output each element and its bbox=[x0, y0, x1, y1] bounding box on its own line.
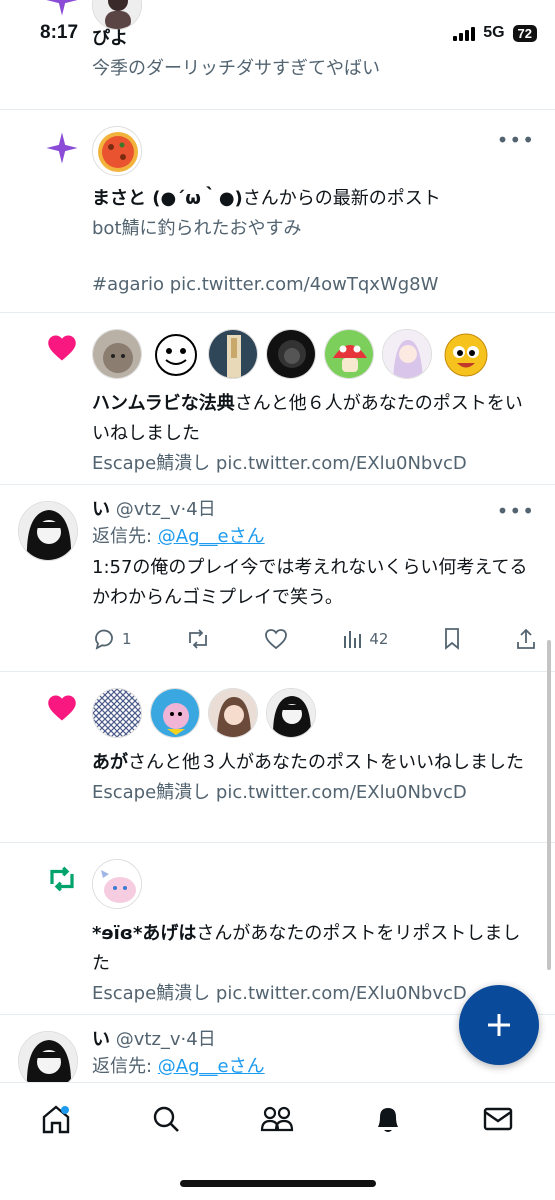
repost-icon bbox=[188, 629, 207, 649]
avatar[interactable] bbox=[208, 329, 258, 379]
avatar-group bbox=[92, 329, 535, 379]
repost-icon bbox=[42, 859, 82, 899]
post-preview: Escape鯖潰し pic.twitter.com/EXlu0NbvcD bbox=[92, 782, 467, 803]
post-preview-line: bot鯖に釣られたおやすみ bbox=[92, 218, 302, 239]
signal-icon bbox=[453, 25, 476, 41]
reply-button[interactable]: 1 bbox=[92, 627, 132, 651]
repost-button[interactable] bbox=[185, 627, 211, 651]
post-text: 1:57の俺のプレイ今では考えれないくらい何考えてるかわからんゴミプレイで笑う。 bbox=[92, 557, 528, 608]
avatar-group bbox=[92, 688, 535, 738]
tab-home[interactable] bbox=[36, 1099, 76, 1139]
notification-like[interactable]: あがさんと他３人があなたのポストをいいねしました Escape鯖潰し pic.t… bbox=[0, 672, 555, 843]
home-icon bbox=[42, 1105, 70, 1134]
reply-count: 1 bbox=[122, 630, 132, 648]
view-count: 42 bbox=[369, 630, 389, 648]
network-label: 5G bbox=[483, 24, 505, 41]
reply-icon bbox=[95, 629, 113, 650]
avatar[interactable] bbox=[92, 688, 142, 738]
reply-to-link[interactable]: @Ag__eさん bbox=[158, 526, 265, 547]
heart-outline-icon bbox=[265, 629, 287, 650]
display-name[interactable]: い bbox=[92, 499, 110, 520]
reply-post[interactable]: ••• い @vtz_v·4日 返信先: @Ag__eさん 1:57の俺のプレイ… bbox=[0, 485, 555, 672]
battery-indicator: 72 bbox=[512, 24, 537, 42]
avatar[interactable] bbox=[150, 329, 200, 379]
avatar[interactable] bbox=[266, 329, 316, 379]
timestamp: 4日 bbox=[186, 499, 216, 520]
tab-messages[interactable] bbox=[478, 1099, 518, 1139]
status-time: 8:17 bbox=[40, 22, 79, 43]
like-button[interactable] bbox=[264, 628, 288, 650]
notification-title: あがさんと他３人があなたのポストをいいねしました bbox=[92, 752, 524, 773]
search-icon bbox=[153, 1106, 179, 1132]
messages-icon bbox=[483, 1107, 513, 1131]
avatar[interactable] bbox=[266, 688, 316, 738]
notifications-feed[interactable]: ぴよ 今季のダーリッチダサすぎてやばい ••• まさと (●´ω｀●)さんからの… bbox=[0, 0, 555, 1082]
tab-notifications[interactable] bbox=[368, 1099, 408, 1139]
tab-communities[interactable] bbox=[257, 1099, 297, 1139]
handle[interactable]: @vtz_v bbox=[116, 499, 181, 520]
tab-search[interactable] bbox=[146, 1099, 186, 1139]
avatar[interactable] bbox=[208, 688, 258, 738]
home-indicator bbox=[180, 1180, 376, 1187]
post-header: い @vtz_v·4日 bbox=[92, 497, 535, 523]
handle[interactable]: @vtz_v bbox=[116, 1029, 181, 1050]
notification-repost[interactable]: *ɘïɞ*あげはさんがあなたのポストをリポストしました Escape鯖潰し pi… bbox=[0, 843, 555, 1015]
avatar[interactable] bbox=[18, 1031, 78, 1082]
avatar[interactable] bbox=[324, 329, 374, 379]
post-preview: Escape鯖潰し pic.twitter.com/EXlu0NbvcD bbox=[92, 453, 467, 474]
avatar[interactable] bbox=[382, 329, 432, 379]
notifications-icon bbox=[378, 1108, 398, 1132]
avatar[interactable] bbox=[92, 126, 142, 176]
communities-icon bbox=[260, 1106, 294, 1132]
timestamp: 4日 bbox=[186, 1029, 216, 1050]
avatar[interactable] bbox=[18, 501, 78, 561]
compose-button[interactable] bbox=[459, 985, 539, 1065]
notification-new-post[interactable]: ••• まさと (●´ω｀●)さんからの最新のポスト bot鯖に釣られたおやすみ… bbox=[0, 110, 555, 313]
notification-title: *ɘïɞ*あげはさんがあなたのポストをリポストしました bbox=[92, 923, 521, 974]
post-preview-line: #agario pic.twitter.com/4owTqxWg8W bbox=[92, 274, 439, 295]
display-name[interactable]: い bbox=[92, 1029, 110, 1050]
views-icon bbox=[344, 631, 362, 648]
avatar[interactable] bbox=[92, 329, 142, 379]
plus-icon bbox=[488, 1014, 510, 1036]
notification-title: ハンムラビな法典さんと他６人があなたのポストをいいねしました bbox=[92, 393, 523, 444]
reply-context: 返信先: @Ag__eさん bbox=[92, 526, 265, 547]
heart-icon bbox=[42, 688, 82, 728]
notification-title: まさと (●´ω｀●)さんからの最新のポスト bbox=[92, 188, 441, 209]
reply-context: 返信先: @Ag__eさん bbox=[92, 1056, 265, 1077]
bookmark-icon bbox=[444, 628, 459, 650]
status-bar: 8:17 5G 72 bbox=[0, 0, 555, 60]
heart-icon bbox=[42, 328, 82, 368]
bookmark-button[interactable] bbox=[442, 627, 462, 651]
avatar[interactable] bbox=[150, 688, 200, 738]
reply-to-link[interactable]: @Ag__eさん bbox=[158, 1056, 265, 1077]
post-actions: 1 42 bbox=[92, 627, 537, 651]
share-icon bbox=[517, 628, 535, 649]
avatar[interactable] bbox=[440, 329, 490, 379]
sparkle-icon bbox=[42, 128, 82, 168]
status-indicators: 5G 72 bbox=[453, 24, 537, 42]
views-button[interactable]: 42 bbox=[341, 628, 388, 650]
share-button[interactable] bbox=[515, 627, 537, 651]
scrollbar[interactable] bbox=[547, 640, 551, 970]
avatar[interactable] bbox=[92, 859, 142, 909]
notification-like[interactable]: ハンムラビな法典さんと他６人があなたのポストをいいねしました Escape鯖潰し… bbox=[0, 313, 555, 485]
